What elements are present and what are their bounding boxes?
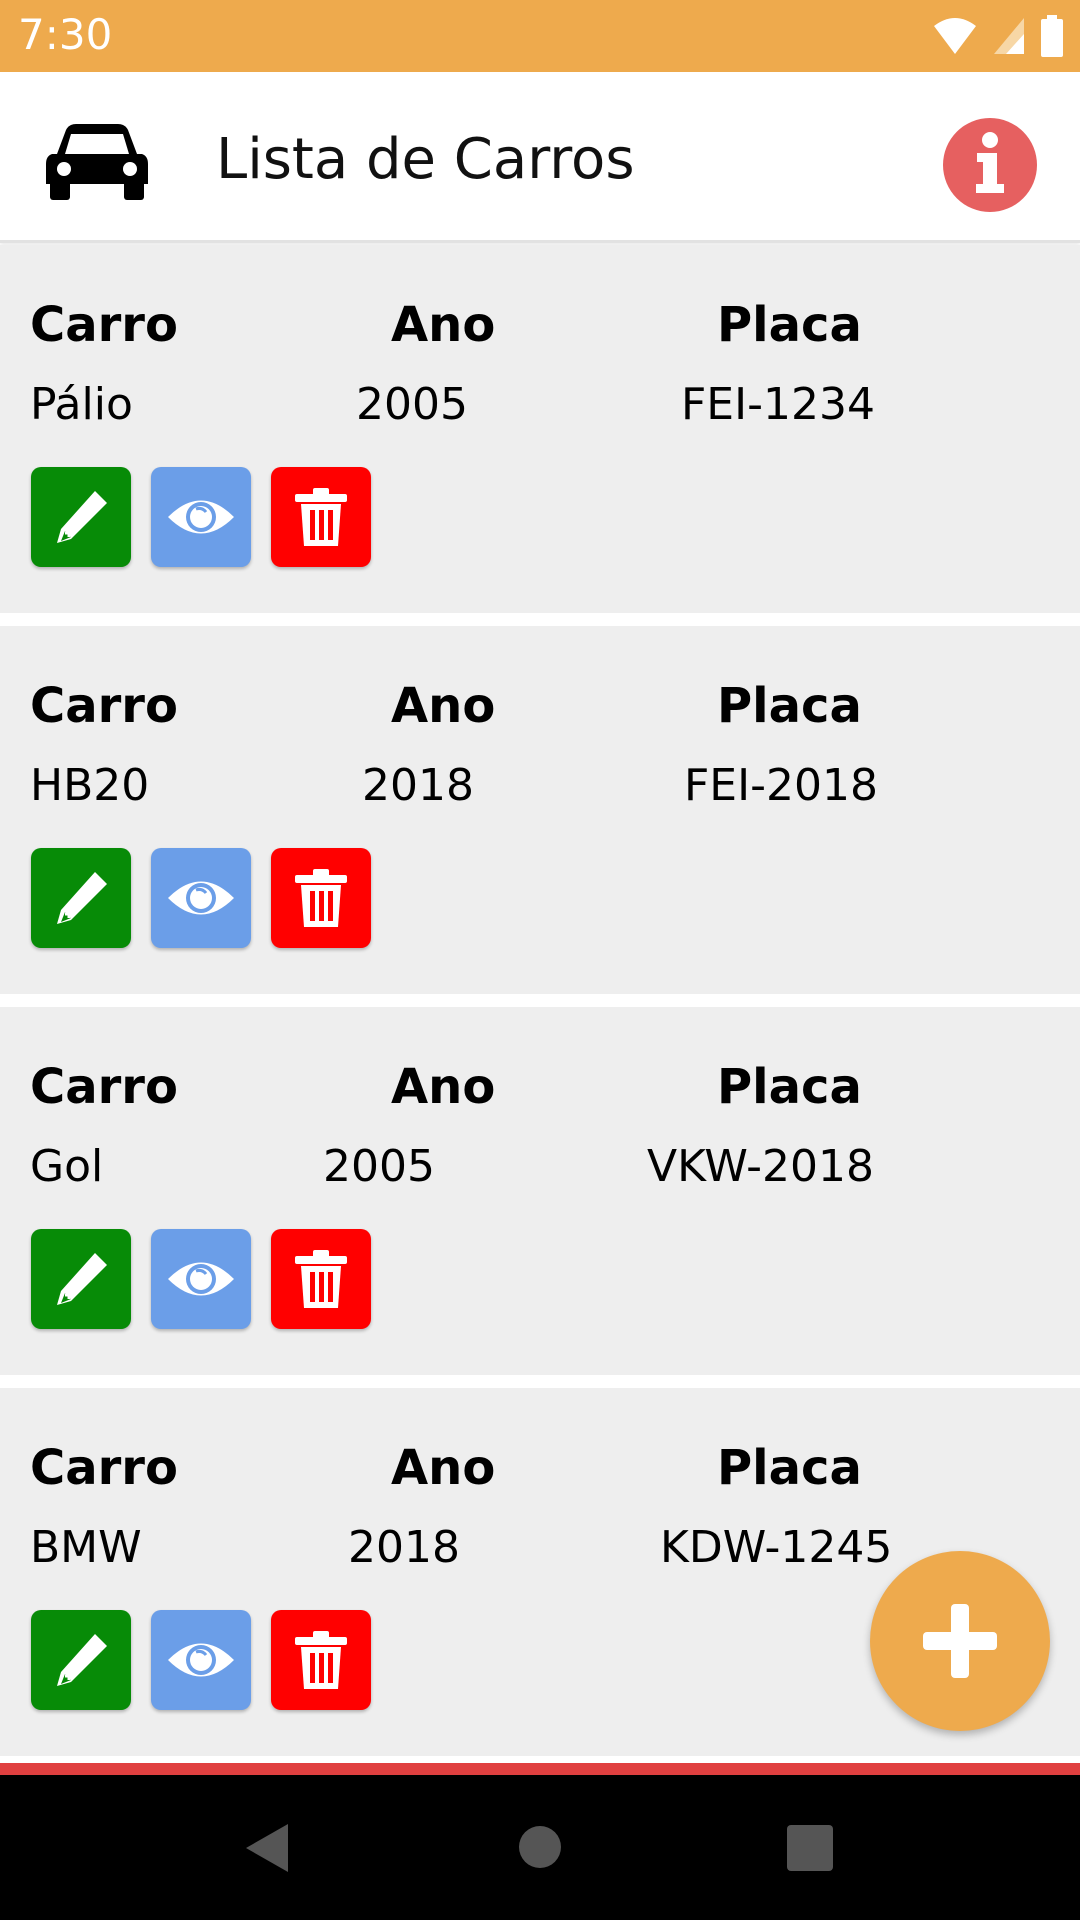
eye-icon	[168, 1262, 234, 1296]
page-title: Lista de Carros	[216, 127, 635, 192]
car-icon	[46, 124, 148, 200]
add-car-button[interactable]	[870, 1551, 1050, 1731]
edit-button[interactable]	[31, 848, 131, 948]
recents-icon[interactable]	[787, 1825, 833, 1871]
eye-icon	[168, 881, 234, 915]
car-year: 2018	[348, 1522, 460, 1573]
plate-header: Placa	[717, 678, 862, 734]
trash-icon	[295, 1631, 347, 1689]
pencil-icon	[57, 491, 107, 543]
car-year: 2018	[362, 760, 474, 811]
back-icon[interactable]	[244, 1822, 290, 1874]
status-bar: 7:30	[0, 0, 1080, 72]
year-header: Ano	[391, 1440, 496, 1496]
info-icon	[976, 132, 1004, 193]
trash-icon	[295, 869, 347, 927]
status-time: 7:30	[18, 10, 113, 59]
signal-icon	[994, 18, 1024, 54]
battery-icon	[1041, 15, 1063, 57]
car-plate: VKW-2018	[647, 1141, 874, 1192]
pencil-icon	[57, 872, 107, 924]
car-header: Carro	[30, 1059, 178, 1115]
year-header: Ano	[391, 678, 496, 734]
edit-button[interactable]	[31, 1229, 131, 1329]
plate-header: Placa	[717, 1440, 862, 1496]
view-button[interactable]	[151, 1229, 251, 1329]
eye-icon	[168, 500, 234, 534]
bottom-divider	[0, 1763, 1080, 1775]
car-plate: KDW-1245	[660, 1522, 893, 1573]
car-header: Carro	[30, 678, 178, 734]
car-name: HB20	[30, 760, 150, 811]
car-plate: FEI-2018	[684, 760, 878, 811]
trash-icon	[295, 488, 347, 546]
car-plate: FEI-1234	[681, 379, 875, 430]
car-header: Carro	[30, 297, 178, 353]
view-button[interactable]	[151, 848, 251, 948]
pencil-icon	[57, 1253, 107, 1305]
view-button[interactable]	[151, 467, 251, 567]
car-card: Carro Ano Placa HB20 2018 FEI-2018	[0, 626, 1080, 994]
car-card: Carro Ano Placa Pálio 2005 FEI-1234	[0, 245, 1080, 613]
plate-header: Placa	[717, 297, 862, 353]
delete-button[interactable]	[271, 1610, 371, 1710]
car-card: Carro Ano Placa Gol 2005 VKW-2018	[0, 1007, 1080, 1375]
plus-icon	[923, 1604, 997, 1678]
delete-button[interactable]	[271, 848, 371, 948]
delete-button[interactable]	[271, 467, 371, 567]
delete-button[interactable]	[271, 1229, 371, 1329]
eye-icon	[168, 1643, 234, 1677]
car-name: Pálio	[30, 379, 133, 430]
plate-header: Placa	[717, 1059, 862, 1115]
car-name: Gol	[30, 1141, 104, 1192]
year-header: Ano	[391, 1059, 496, 1115]
car-year: 2005	[323, 1141, 435, 1192]
year-header: Ano	[391, 297, 496, 353]
car-header: Carro	[30, 1440, 178, 1496]
home-icon[interactable]	[518, 1825, 562, 1869]
navigation-bar	[0, 1775, 1080, 1920]
pencil-icon	[57, 1634, 107, 1686]
edit-button[interactable]	[31, 1610, 131, 1710]
info-button[interactable]	[943, 118, 1037, 212]
status-icons	[932, 14, 1064, 58]
view-button[interactable]	[151, 1610, 251, 1710]
car-name: BMW	[30, 1522, 142, 1573]
app-bar: Lista de Carros	[0, 72, 1080, 243]
wifi-icon	[934, 18, 976, 54]
trash-icon	[295, 1250, 347, 1308]
car-year: 2005	[356, 379, 468, 430]
edit-button[interactable]	[31, 467, 131, 567]
